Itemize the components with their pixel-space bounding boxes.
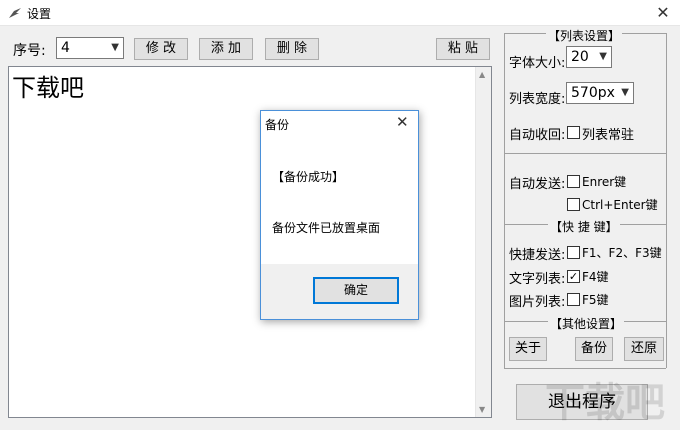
enter-checkbox[interactable] xyxy=(567,175,580,188)
scroll-down-icon[interactable]: ▼ xyxy=(479,405,485,414)
window-title: 设置 xyxy=(27,7,52,21)
add-button[interactable]: 添 加 xyxy=(199,38,253,60)
text-list-label: 文字列表: xyxy=(509,272,566,287)
f5-label: F5键 xyxy=(582,293,609,307)
f4-checkbox[interactable]: ✓ xyxy=(567,270,580,283)
watermark: 下载吧 xyxy=(545,380,665,426)
divider xyxy=(504,153,666,154)
backup-button[interactable]: 备份 xyxy=(575,337,613,361)
font-size-label: 字体大小: xyxy=(509,56,566,71)
textarea-scrollbar[interactable]: ▲ ▼ xyxy=(475,67,491,417)
dialog-ok-button[interactable]: 确定 xyxy=(313,277,399,304)
group-border xyxy=(504,368,666,369)
dialog-title: 备份 xyxy=(265,118,290,132)
auto-send-label: 自动发送: xyxy=(509,177,566,192)
enter-label: Enrer键 xyxy=(582,175,627,189)
content-text: 下载吧 xyxy=(12,74,84,102)
chevron-down-icon: ▼ xyxy=(621,87,629,98)
dialog-close-icon[interactable]: ✕ xyxy=(396,113,409,131)
list-width-select[interactable]: 570px ▼ xyxy=(566,82,634,104)
ctrl-enter-label: Ctrl+Enter键 xyxy=(582,198,658,212)
quick-send-label: 快捷发送: xyxy=(509,248,566,263)
group-border xyxy=(504,33,505,368)
chevron-down-icon: ▼ xyxy=(599,51,607,62)
seq-label: 序号: xyxy=(13,43,46,59)
f1f2f3-checkbox[interactable] xyxy=(567,246,580,259)
content-textarea[interactable] xyxy=(8,66,492,418)
ctrl-enter-checkbox[interactable] xyxy=(567,198,580,211)
list-width-label: 列表宽度: xyxy=(509,92,566,107)
seq-select-value: 4 xyxy=(61,40,70,56)
restore-button[interactable]: 还原 xyxy=(624,337,664,361)
window-close-icon[interactable]: ✕ xyxy=(652,2,674,24)
chevron-down-icon: ▼ xyxy=(111,42,119,53)
seq-select[interactable]: 4 ▼ xyxy=(56,37,124,59)
paste-button[interactable]: 粘 贴 xyxy=(436,38,490,60)
font-size-select[interactable]: 20 ▼ xyxy=(566,46,612,68)
other-settings-title: 【其他设置】 xyxy=(548,315,625,332)
title-bar xyxy=(0,0,680,26)
f1f2f3-label: F1、F2、F3键 xyxy=(582,246,662,260)
f5-checkbox[interactable] xyxy=(567,293,580,306)
image-list-label: 图片列表: xyxy=(509,295,566,310)
shortcuts-title: 【快 捷 键】 xyxy=(548,218,620,235)
list-settings-title: 【列表设置】 xyxy=(546,27,623,44)
group-border xyxy=(666,33,667,368)
auto-collapse-label: 自动收回: xyxy=(509,128,566,143)
app-icon xyxy=(9,8,21,18)
dialog-message-title: 【备份成功】 xyxy=(272,170,345,184)
list-pin-checkbox[interactable] xyxy=(567,126,580,139)
list-pin-label: 列表常驻 xyxy=(582,128,635,143)
scroll-up-icon[interactable]: ▲ xyxy=(479,70,485,79)
modify-button[interactable]: 修 改 xyxy=(134,38,188,60)
about-button[interactable]: 关于 xyxy=(509,337,547,361)
dialog-message-body: 备份文件已放置桌面 xyxy=(272,221,381,235)
f4-label: F4键 xyxy=(582,270,609,284)
font-size-value: 20 xyxy=(571,49,589,65)
delete-button[interactable]: 删 除 xyxy=(265,38,319,60)
list-width-value: 570px xyxy=(571,85,615,101)
